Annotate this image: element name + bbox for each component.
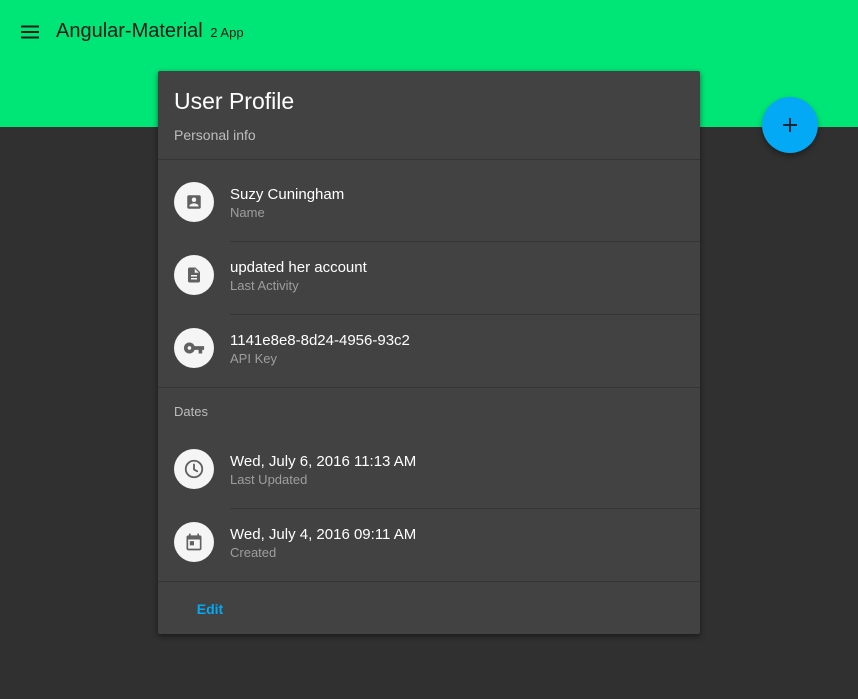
avatar xyxy=(174,255,214,295)
list-item-created[interactable]: Wed, July 4, 2016 09:11 AM Created xyxy=(158,508,700,581)
item-secondary-text: Last Activity xyxy=(230,278,299,293)
list-item-name[interactable]: Suzy Cuningham Name xyxy=(158,168,700,241)
avatar xyxy=(174,328,214,368)
item-secondary-text: Last Updated xyxy=(230,472,308,487)
card-title: User Profile xyxy=(174,88,295,114)
item-primary-text: updated her account xyxy=(230,259,367,276)
item-secondary-text: API Key xyxy=(230,351,277,366)
add-fab-button[interactable] xyxy=(762,97,818,153)
item-primary-text: Wed, July 6, 2016 11:13 AM xyxy=(230,453,417,470)
menu-button[interactable] xyxy=(16,18,44,46)
add-icon xyxy=(783,118,797,132)
section-divider xyxy=(158,387,700,388)
document-icon xyxy=(188,267,200,283)
item-secondary-text: Created xyxy=(230,545,277,560)
dates-subheader: Dates xyxy=(174,404,208,419)
list-item-api-key[interactable]: 1141e8e8-8d24-4956-93c2 API Key xyxy=(158,314,700,387)
app-title-suffix: 2 App xyxy=(210,25,244,40)
item-primary-text: Wed, July 4, 2016 09:11 AM xyxy=(230,526,417,543)
list-item-last-activity[interactable]: updated her account Last Activity xyxy=(158,241,700,314)
item-secondary-text: Name xyxy=(230,205,265,220)
app-title-text: Angular-Material xyxy=(56,20,203,42)
avatar xyxy=(174,449,214,489)
calendar-icon xyxy=(186,533,202,551)
item-primary-text: Suzy Cuningham xyxy=(230,186,345,203)
key-icon xyxy=(183,342,205,354)
user-profile-card: User Profile Personal info Suzy Cuningha… xyxy=(158,71,700,634)
contact-card-icon xyxy=(187,195,201,209)
clock-icon xyxy=(184,459,204,479)
card-subtitle: Personal info xyxy=(174,127,256,143)
header-divider xyxy=(158,159,700,160)
edit-button[interactable]: Edit xyxy=(182,594,238,624)
item-primary-text: 1141e8e8-8d24-4956-93c2 xyxy=(230,332,410,349)
avatar xyxy=(174,182,214,222)
menu-icon xyxy=(21,25,39,39)
avatar xyxy=(174,522,214,562)
actions-divider xyxy=(158,581,700,582)
app-title: Angular-Material 2 App xyxy=(56,19,244,45)
list-item-last-updated[interactable]: Wed, July 6, 2016 11:13 AM Last Updated xyxy=(158,435,700,508)
